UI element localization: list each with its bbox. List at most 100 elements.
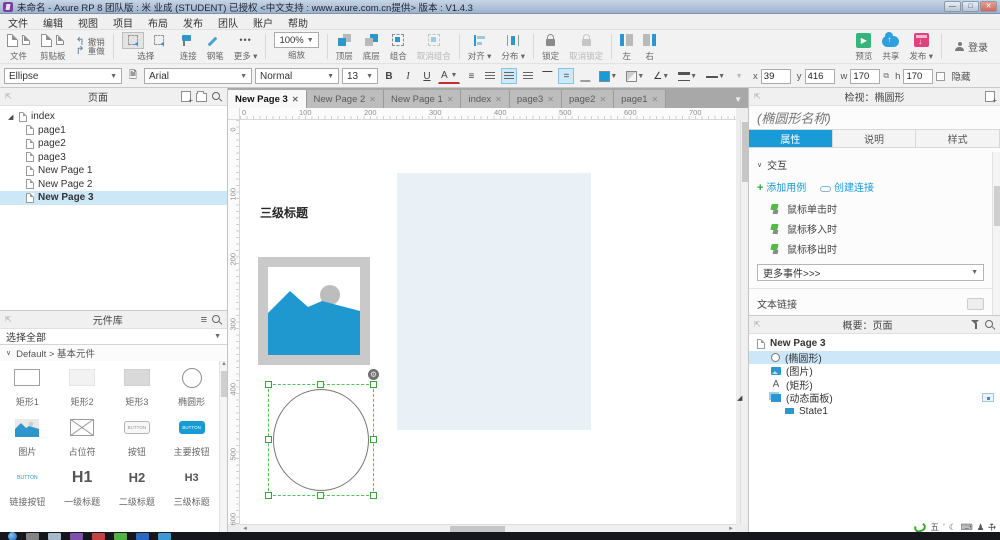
widget-ellipse[interactable]: 椭圆形 (164, 361, 219, 411)
widget-h3[interactable]: H3三级标题 (164, 461, 219, 511)
close-icon[interactable]: ✕ (495, 95, 502, 104)
taskbar-app-icon[interactable] (70, 533, 83, 540)
new-file-icon[interactable] (7, 34, 18, 47)
notes-page-icon[interactable] (985, 91, 995, 102)
scroll-up-icon[interactable]: ▲ (220, 361, 228, 367)
canvas-vertical-scrollbar[interactable] (740, 120, 748, 524)
resize-handle-w[interactable] (265, 436, 272, 443)
windows-taskbar[interactable] (0, 532, 1000, 540)
library-menu-icon[interactable]: ≡ (201, 315, 207, 325)
font-family-select[interactable]: Arial▼ (144, 68, 252, 84)
h-input[interactable] (903, 69, 933, 84)
redo-button[interactable]: 重做 (76, 47, 105, 55)
resize-handle-sw[interactable] (265, 492, 272, 499)
tab-page1[interactable]: page1✕ (614, 90, 666, 108)
y-input[interactable] (805, 69, 835, 84)
page-item-page3[interactable]: page3 (0, 151, 227, 165)
event-mouseenter[interactable]: 鼠标移入时 (749, 218, 992, 238)
menu-help[interactable]: 帮助 (288, 15, 308, 30)
library-section-header[interactable]: ∨ Default > 基本元件 (0, 345, 227, 361)
hide-checkbox[interactable] (936, 72, 945, 81)
shape-style-select[interactable]: Ellipse▼ (4, 68, 122, 84)
zoom-select[interactable]: 100%▼ (274, 32, 318, 48)
widget-placeholder[interactable]: 占位符 (55, 411, 110, 461)
taskbar-app-icon[interactable] (136, 533, 149, 540)
link-wh-icon[interactable]: ⧉ (883, 71, 889, 81)
filter-icon[interactable] (971, 320, 980, 329)
ime-user-icon[interactable]: ♟ (977, 522, 985, 532)
publish-button[interactable]: 发布 ▾ (904, 30, 938, 63)
taskbar-app-icon[interactable] (92, 533, 105, 540)
x-input[interactable] (761, 69, 791, 84)
menu-team[interactable]: 团队 (218, 15, 238, 30)
group-button[interactable]: 组合 (385, 30, 412, 63)
expand-caret-icon[interactable]: ◢ (737, 394, 742, 402)
gear-icon[interactable]: ⚙ (368, 369, 379, 380)
widget-h1[interactable]: H1一级标题 (55, 461, 110, 511)
canvas-horizontal-scrollbar[interactable]: ◄ ► (240, 524, 736, 532)
edit-style-icon[interactable]: 🗎 (125, 68, 141, 84)
copy-icon[interactable] (56, 35, 64, 45)
expand-caret-icon[interactable]: ◢ (8, 113, 15, 121)
widget-image[interactable]: 图片 (0, 411, 55, 461)
preview-button[interactable]: 预览 (850, 30, 877, 63)
select-intersect-button[interactable] (122, 32, 144, 49)
valign-top-button[interactable]: ⎺ (539, 68, 555, 84)
align-text-right-button[interactable] (520, 68, 536, 84)
create-link-link[interactable]: 创建连接 (820, 179, 874, 194)
login-button[interactable]: 登录 (945, 30, 998, 63)
outline-item-ellipse[interactable]: (椭圆形) (749, 351, 1000, 365)
valign-middle-button[interactable]: = (558, 68, 574, 84)
fill-color-button[interactable]: ▼ (596, 68, 620, 84)
tab-new-page-1[interactable]: New Page 1✕ (384, 90, 461, 108)
widget-primary-button[interactable]: BUTTON主要按钮 (164, 411, 219, 461)
taskbar-app-icon[interactable] (48, 533, 61, 540)
select-contain-button[interactable] (148, 32, 170, 49)
italic-button[interactable]: I (400, 68, 416, 84)
tab-notes[interactable]: 说明 (833, 130, 917, 147)
canvas-ellipse-widget[interactable] (273, 389, 369, 491)
maximize-button[interactable]: □ (962, 1, 979, 12)
outline-item-page[interactable]: New Page 3 (749, 337, 1000, 351)
ime-keyboard-icon[interactable]: ⌨ (960, 522, 972, 532)
close-icon[interactable]: ✕ (547, 95, 554, 104)
tab-new-page-3[interactable]: New Page 3✕ (228, 90, 307, 108)
library-filter-select[interactable]: 选择全部 ▼ (0, 329, 227, 345)
search-icon[interactable] (212, 92, 222, 102)
add-case-link[interactable]: + 添加用例 (757, 179, 806, 194)
more-tools[interactable]: ••• 更多 ▾ (229, 30, 263, 63)
line-style-button[interactable]: ▼ (703, 68, 728, 84)
widget-rect2[interactable]: 矩形2 (55, 361, 110, 411)
ime-punctuation-icon[interactable]: ʼ (943, 522, 945, 532)
tab-page2[interactable]: page2✕ (562, 90, 614, 108)
tab-style[interactable]: 样式 (916, 130, 1000, 147)
align-left-button[interactable]: 左 (615, 30, 638, 63)
event-onclick[interactable]: 鼠标单击时 (749, 198, 992, 218)
ime-moon-icon[interactable]: ☾ (949, 522, 957, 532)
bold-button[interactable]: B (381, 68, 397, 84)
align-text-center-button[interactable] (501, 68, 517, 84)
line-spacing-button[interactable]: ≡ (463, 68, 479, 84)
tab-index[interactable]: index✕ (461, 90, 509, 108)
ime-mode-icon[interactable]: 五 (930, 522, 939, 532)
widget-button[interactable]: BUTTON按钮 (110, 411, 165, 461)
minimize-button[interactable]: — (944, 1, 961, 12)
outline-item-state1[interactable]: State1 (749, 405, 1000, 419)
tab-new-page-2[interactable]: New Page 2✕ (307, 90, 384, 108)
close-icon[interactable]: ✕ (652, 95, 659, 104)
send-back-button[interactable]: 底层 (358, 30, 385, 63)
page-item-page2[interactable]: page2 (0, 137, 227, 151)
interaction-section-header[interactable]: ∨ 交互 (749, 152, 992, 175)
close-button[interactable]: ✕ (980, 1, 997, 12)
menu-view[interactable]: 视图 (78, 15, 98, 30)
add-folder-icon[interactable] (196, 93, 207, 102)
widget-rect3[interactable]: 矩形3 (110, 361, 165, 411)
panel-pin-icon[interactable]: ⇱ (5, 92, 15, 101)
file-tools[interactable]: 文件 (2, 30, 35, 63)
distribute-button[interactable]: 分布 ▾ (496, 30, 530, 63)
page-item-new-page-2[interactable]: New Page 2 (0, 178, 227, 192)
tab-properties[interactable]: 属性 (749, 130, 833, 147)
canvas-h3-text[interactable]: 三级标题 (260, 204, 308, 221)
clipboard-tools[interactable]: 剪贴板 (35, 30, 71, 63)
panel-pin-icon[interactable]: ⇱ (754, 320, 764, 329)
